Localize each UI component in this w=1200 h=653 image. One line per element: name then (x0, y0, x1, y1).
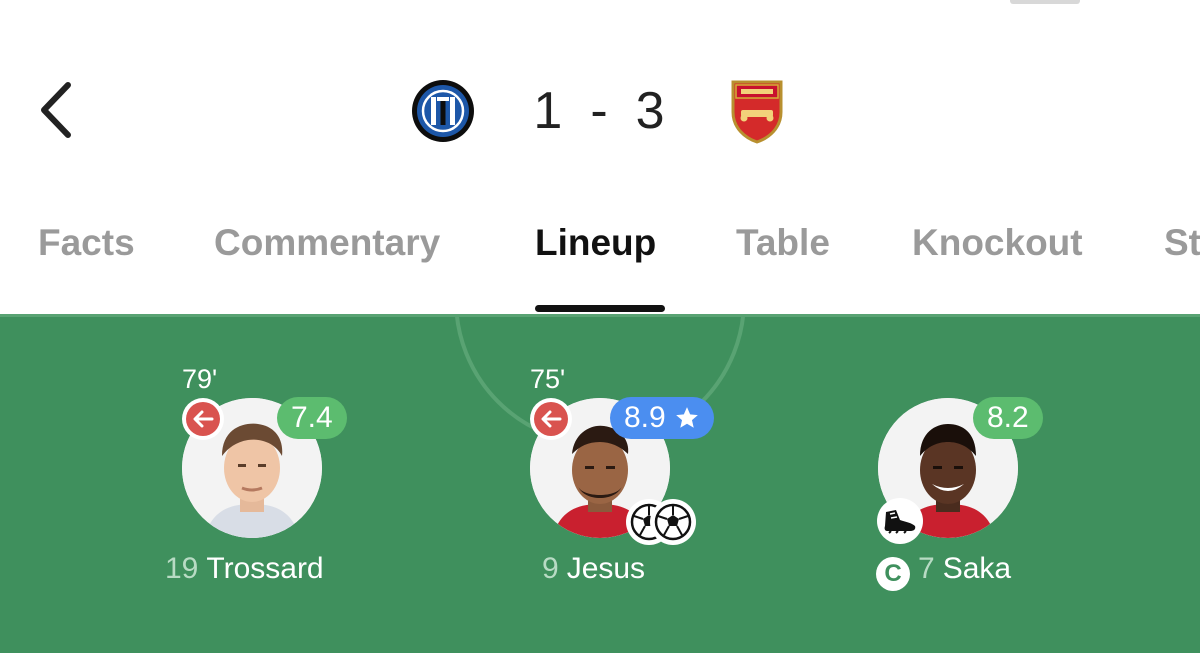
subbed-off-indicator (530, 398, 572, 440)
tab-knockout[interactable]: Knockout (912, 222, 1083, 264)
player-card-saka[interactable]: 8.2 C 7 Saka (798, 314, 1098, 653)
player-rating: 8.9 (610, 397, 714, 439)
captain-badge: C (876, 557, 910, 591)
tab-table[interactable]: Table (736, 222, 830, 264)
player-card-jesus[interactable]: 75' 8.9 9 Jesus (450, 314, 750, 653)
player-name: Trossard (206, 552, 324, 585)
shirt-number: 7 (918, 552, 935, 585)
subbed-off-indicator (182, 398, 224, 440)
away-team-crest[interactable] (724, 78, 790, 144)
home-score: 1 (533, 82, 565, 140)
score-separator: - (590, 82, 610, 140)
home-team-crest[interactable] (410, 78, 476, 144)
arsenal-crest-icon (731, 80, 783, 144)
player-name: Jesus (566, 552, 646, 585)
player-card-trossard[interactable]: 79' 7.4 19 Trossard (102, 314, 402, 653)
shirt-number: 19 (165, 552, 199, 585)
shirt-number: 9 (542, 552, 559, 585)
player-rating: 7.4 (277, 397, 347, 439)
player-name-label: C 7 Saka (876, 552, 1011, 591)
active-tab-indicator (535, 305, 665, 312)
football-icon (654, 503, 692, 541)
inter-crest-icon (412, 80, 474, 142)
away-score: 3 (635, 82, 667, 140)
match-header: 1-3 (0, 0, 1200, 200)
rating-value: 7.4 (291, 401, 333, 434)
player-name-label: 9 Jesus (542, 552, 645, 586)
assist-badge (877, 498, 923, 544)
sub-minute: 79' (182, 364, 218, 394)
boot-icon (884, 510, 916, 534)
arrow-left-icon (193, 410, 214, 428)
tab-commentary[interactable]: Commentary (214, 222, 440, 264)
tab-lineup[interactable]: Lineup (535, 222, 656, 264)
rating-value: 8.9 (624, 401, 666, 434)
goal-badge (650, 499, 696, 545)
captain-label: C (884, 560, 902, 587)
match-score-row: 1-3 (0, 78, 1200, 144)
tab-bar: Facts Commentary Lineup Table Knockout S… (0, 210, 1200, 312)
sub-minute: 75' (530, 364, 566, 394)
player-name-label: 19 Trossard (165, 552, 324, 586)
star-icon (675, 407, 698, 428)
scoreline: 1-3 (476, 81, 724, 141)
lineup-pitch: 79' 7.4 19 Trossard 75' 8.9 9 Jesus 8.2 … (0, 314, 1200, 653)
tab-facts[interactable]: Facts (38, 222, 135, 264)
rating-value: 8.2 (987, 401, 1029, 434)
player-name: Saka (942, 552, 1012, 585)
arrow-left-icon (541, 410, 562, 428)
player-rating: 8.2 (973, 397, 1043, 439)
tab-stats[interactable]: St (1164, 222, 1200, 264)
